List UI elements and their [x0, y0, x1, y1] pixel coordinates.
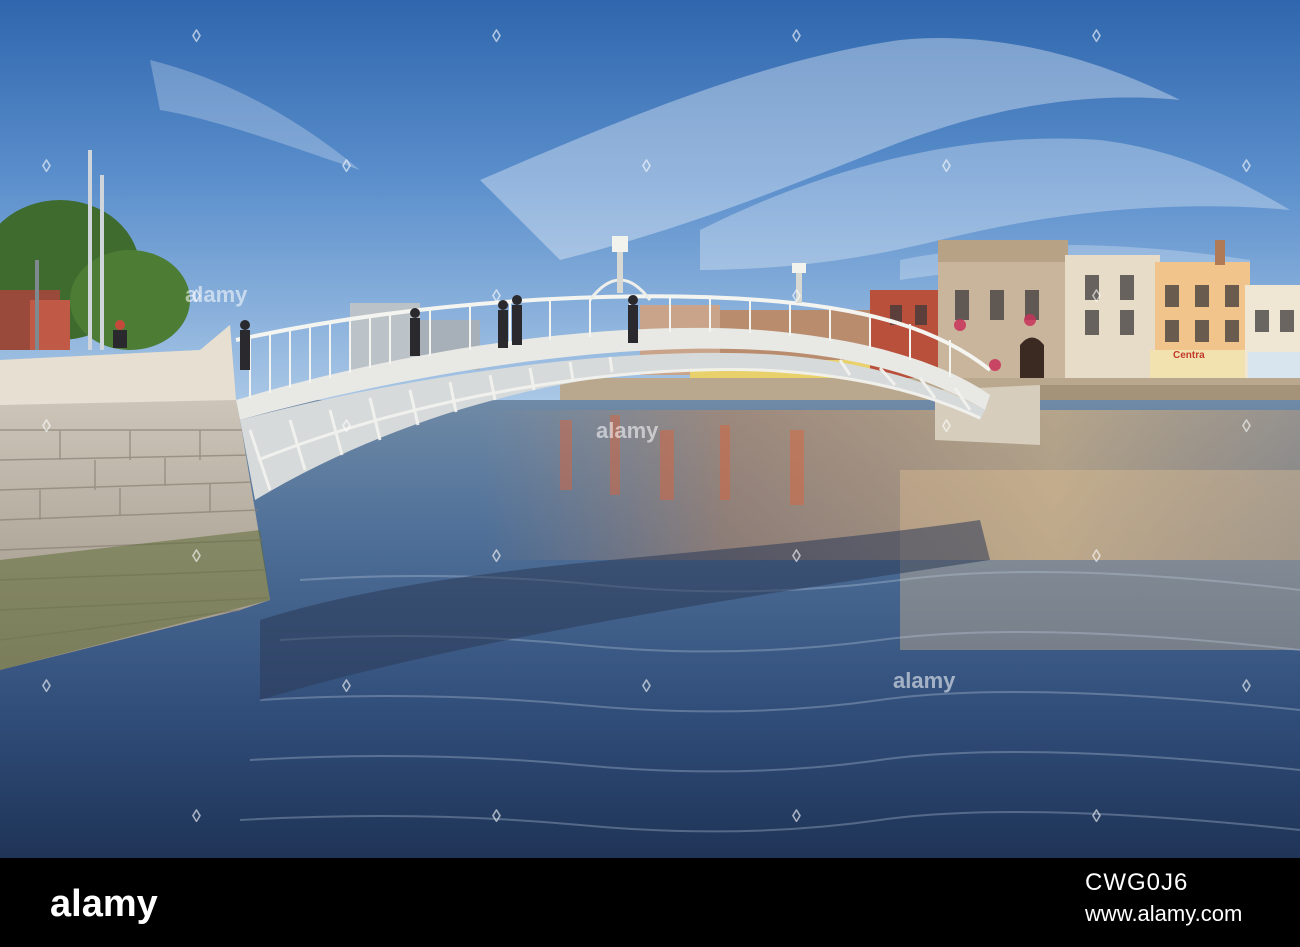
svg-text:◊: ◊ [1242, 676, 1251, 696]
svg-text:◊: ◊ [42, 676, 51, 696]
svg-text:◊: ◊ [792, 546, 801, 566]
site-url-link[interactable]: www.alamy.com [1085, 901, 1242, 927]
alamy-logo[interactable]: alamy [50, 858, 170, 947]
photograph: Centra alamy alamy alamy ◊ ◊ ◊ ◊ ◊ ◊ ◊ ◊ ◊ ◊ ◊ ◊ ◊… [0, 0, 1300, 858]
svg-text:◊: ◊ [1092, 26, 1101, 46]
svg-text:◊: ◊ [942, 416, 951, 436]
image-id-label: CWG0J6 [1085, 869, 1189, 896]
svg-text:◊: ◊ [192, 286, 201, 306]
svg-text:◊: ◊ [792, 806, 801, 826]
svg-text:◊: ◊ [1242, 156, 1251, 176]
svg-text:◊: ◊ [42, 156, 51, 176]
svg-text:◊: ◊ [642, 156, 651, 176]
svg-text:◊: ◊ [492, 286, 501, 306]
svg-text:◊: ◊ [492, 806, 501, 826]
svg-text:◊: ◊ [42, 416, 51, 436]
svg-text:◊: ◊ [792, 26, 801, 46]
svg-text:◊: ◊ [1092, 806, 1101, 826]
svg-text:◊: ◊ [342, 676, 351, 696]
svg-text:◊: ◊ [1092, 286, 1101, 306]
svg-text:◊: ◊ [192, 26, 201, 46]
svg-text:◊: ◊ [792, 286, 801, 306]
svg-text:◊: ◊ [192, 546, 201, 566]
svg-text:◊: ◊ [492, 26, 501, 46]
shop-sign: Centra [1173, 350, 1205, 361]
svg-text:◊: ◊ [1092, 546, 1101, 566]
watermark-text: alamy [893, 668, 956, 693]
svg-text:◊: ◊ [942, 156, 951, 176]
svg-text:◊: ◊ [492, 546, 501, 566]
svg-text:◊: ◊ [192, 806, 201, 826]
svg-text:◊: ◊ [342, 416, 351, 436]
svg-text:◊: ◊ [342, 156, 351, 176]
brand-wordmark: alamy [50, 883, 158, 925]
svg-text:◊: ◊ [1242, 416, 1251, 436]
watermark-text: alamy [596, 418, 659, 443]
svg-text:◊: ◊ [642, 676, 651, 696]
